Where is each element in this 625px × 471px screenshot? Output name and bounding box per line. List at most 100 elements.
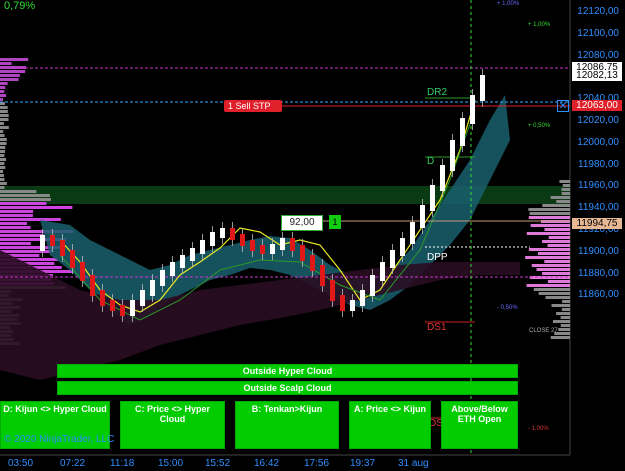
quantity-field[interactable]: 92,00 [281,215,323,231]
volume-bar [548,280,570,283]
volume-bar [0,170,3,173]
candle-body [70,250,75,268]
y-tick-label: 12120,00 [577,6,619,17]
candle-body [220,228,225,238]
volume-bar [556,312,570,315]
signal-box-c: C: Price <> Hyper Cloud [120,401,225,449]
volume-bar [559,180,570,183]
volume-bar [0,94,6,97]
candle-body [130,300,135,316]
volume-bar [0,202,46,205]
candle-body [190,248,195,261]
volume-bar [549,236,570,239]
candle-body [160,270,165,286]
pct-label-1: + 1,00% [497,1,519,7]
volume-bar [0,150,5,153]
volume-bar [0,90,4,93]
volume-bar [0,174,4,177]
volume-bar [561,324,570,327]
volume-bar [551,304,570,307]
volume-bar [558,328,570,331]
volume-bar [0,182,7,185]
volume-bar [529,216,570,219]
volume-bar [0,198,51,201]
candle-body [340,295,345,311]
candle-body [420,205,425,228]
volume-bar [532,264,570,267]
y-tick-label: 11940,00 [578,202,619,213]
candle-body [140,290,145,306]
volume-bar [0,78,19,81]
candle-body [330,280,335,301]
volume-bar [562,300,570,303]
price-tag-second: 12082,13 [572,70,622,81]
sell-stop-order[interactable]: 1 Sell STP [224,100,282,112]
volume-bar [0,178,4,181]
y-tick-label: 12100,00 [577,28,619,39]
y-tick-label: 12080,00 [577,50,619,61]
level-ds1: DS1 [427,322,446,333]
candle-body [150,280,155,296]
x-tick-label: 16:42 [254,458,279,469]
top-percent: 0,79% [4,0,35,12]
volume-bar [548,244,570,247]
volume-bar [0,154,4,157]
volume-bar [528,208,570,211]
candle-body [250,240,255,251]
candle-body [170,262,175,276]
close-icon[interactable]: ✕ [557,100,569,112]
volume-bar [0,98,3,101]
volume-bar [542,204,570,207]
volume-bar [527,232,570,235]
volume-bar [0,146,5,149]
volume-bar [0,138,7,141]
volume-bar [0,134,5,137]
candle-body [260,245,265,254]
candle-body [210,232,215,246]
candle-body [40,235,45,251]
candle-body [60,240,65,256]
volume-bar [0,126,9,129]
level-dpp: DPP [427,252,448,263]
volume-bar [0,218,61,221]
candle-body [450,140,455,171]
volume-bar [0,166,5,169]
volume-bar [0,114,9,117]
candle-body [200,240,205,254]
y-tick-label: 12000,00 [577,137,619,148]
candle-body [290,238,295,251]
candle-body [440,165,445,191]
close-label: CLOSE 27 [529,328,558,334]
volume-bar [542,240,570,243]
signal-box-eth: Above/Below ETH Open [441,401,518,449]
candle-body [370,275,375,296]
volume-bar [0,118,8,121]
price-tag-entry: 11994,75 [572,218,622,229]
candle-body [100,290,105,306]
x-tick-label: 31 aug [398,458,429,469]
volume-bar [0,130,3,133]
x-tick-label: 19:37 [350,458,375,469]
signal-box-a: A: Price <> Kijun [349,401,431,449]
price-tag-stop: 12063,00 [572,100,622,111]
volume-bar [0,226,31,229]
pct-label-2: + 1,00% [528,22,550,28]
volume-bar [0,86,5,89]
signal-box-b: B: Tenkan>Kijun [235,401,339,449]
volume-bar [0,58,28,61]
candle-body [400,238,405,256]
candle-body [310,255,315,271]
x-tick-label: 11:18 [110,458,134,469]
candle-body [180,255,185,268]
volume-bar [0,242,31,245]
candle-body [480,75,485,101]
volume-bar [544,260,570,263]
copyright: © 2020 NinjaTrader, LLC [4,434,114,445]
volume-bar [551,336,570,339]
volume-bar [0,110,8,113]
quantity-button[interactable]: 1 [329,215,341,229]
candle-body [320,265,325,286]
volume-bar [561,188,570,191]
volume-bar [0,222,27,225]
y-tick-label: 11900,00 [578,246,619,257]
